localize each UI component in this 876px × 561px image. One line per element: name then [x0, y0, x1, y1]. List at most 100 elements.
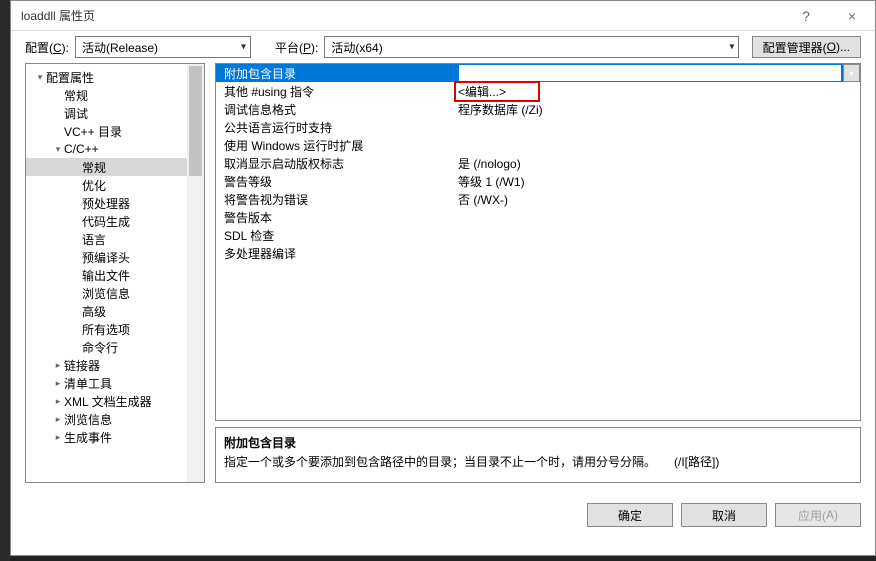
tree-item[interactable]: 命令行 — [26, 338, 204, 356]
property-name: 警告版本 — [216, 209, 454, 226]
apply-button[interactable]: 应用(A) — [775, 503, 861, 527]
tree-item[interactable]: ▸生成事件 — [26, 428, 204, 446]
property-name: 将警告视为错误 — [216, 191, 454, 208]
property-value[interactable]: 否 (/WX-) — [454, 191, 860, 208]
config-select[interactable]: 活动(Release) ▾ — [75, 36, 251, 58]
tree-item-label: 优化 — [82, 177, 106, 194]
tree-item-label: 输出文件 — [82, 267, 130, 284]
property-row[interactable]: 警告等级等级 1 (/W1) — [216, 172, 860, 190]
property-name: 其他 #using 指令 — [216, 83, 454, 100]
scrollbar-thumb[interactable] — [189, 66, 202, 176]
description-body: 指定一个或多个要添加到包含路径中的目录；当目录不止一个时，请用分号分隔。 (/I… — [224, 453, 852, 470]
expand-open-icon[interactable]: ▾ — [34, 72, 46, 83]
property-value[interactable]: 等级 1 (/W1) — [454, 173, 860, 190]
tree-item-label: 链接器 — [64, 357, 100, 374]
tree-scrollbar[interactable] — [187, 64, 204, 482]
property-name: 警告等级 — [216, 173, 454, 190]
property-row[interactable]: 其他 #using 指令<编辑...> — [216, 82, 860, 100]
window-title: loaddll 属性页 — [11, 7, 783, 24]
expand-closed-icon[interactable]: ▸ — [52, 414, 64, 425]
tree-item[interactable]: 常规 — [26, 86, 204, 104]
dropdown-icon[interactable]: ▾ — [843, 64, 860, 82]
property-name: 调试信息格式 — [216, 101, 454, 118]
tree-item-label: 所有选项 — [82, 321, 130, 338]
property-name: 使用 Windows 运行时扩展 — [216, 137, 454, 154]
config-select-value: 活动(Release) — [82, 39, 158, 56]
description-box: 附加包含目录 指定一个或多个要添加到包含路径中的目录；当目录不止一个时，请用分号… — [215, 427, 861, 483]
tree-item[interactable]: ▸浏览信息 — [26, 410, 204, 428]
tree-item[interactable]: 语言 — [26, 230, 204, 248]
expand-closed-icon[interactable]: ▸ — [52, 432, 64, 443]
expand-open-icon[interactable]: ▾ — [52, 144, 64, 155]
property-name: 多处理器编译 — [216, 245, 454, 262]
property-row[interactable]: 将警告视为错误否 (/WX-) — [216, 190, 860, 208]
property-row[interactable]: 使用 Windows 运行时扩展 — [216, 136, 860, 154]
tree-item[interactable]: 调试 — [26, 104, 204, 122]
tree-item[interactable]: ▸链接器 — [26, 356, 204, 374]
tree-item-label: 生成事件 — [64, 429, 112, 446]
property-name: 取消显示启动版权标志 — [216, 155, 454, 172]
tree-item[interactable]: 高级 — [26, 302, 204, 320]
property-row[interactable]: 公共语言运行时支持 — [216, 118, 860, 136]
property-name: 公共语言运行时支持 — [216, 119, 454, 136]
tree-item[interactable]: ▾配置属性 — [26, 68, 204, 86]
platform-label: 平台(P): — [275, 39, 318, 56]
tree-item[interactable]: 预编译头 — [26, 248, 204, 266]
property-value[interactable]: 是 (/nologo) — [454, 155, 860, 172]
tree-item-label: XML 文档生成器 — [64, 393, 152, 410]
titlebar: loaddll 属性页 ? × — [11, 1, 875, 31]
tree-item-label: 高级 — [82, 303, 106, 320]
property-grid: 附加包含目录▾其他 #using 指令<编辑...>调试信息格式程序数据库 (/… — [215, 63, 861, 421]
ok-button[interactable]: 确定 — [587, 503, 673, 527]
tree-item-label: 代码生成 — [82, 213, 130, 230]
close-button[interactable]: × — [829, 1, 875, 31]
tree-item[interactable]: 预处理器 — [26, 194, 204, 212]
property-row[interactable]: SDL 检查 — [216, 226, 860, 244]
tree-item-label: 命令行 — [82, 339, 118, 356]
tree-item-label: 预处理器 — [82, 195, 130, 212]
tree-item[interactable]: 输出文件 — [26, 266, 204, 284]
expand-closed-icon[interactable]: ▸ — [52, 378, 64, 389]
property-name: SDL 检查 — [216, 227, 454, 244]
tree-item[interactable]: ▸清单工具 — [26, 374, 204, 392]
property-row[interactable]: 多处理器编译 — [216, 244, 860, 262]
tree-item-label: 预编译头 — [82, 249, 130, 266]
expand-closed-icon[interactable]: ▸ — [52, 396, 64, 407]
tree-item-label: 调试 — [64, 105, 88, 122]
platform-select[interactable]: 活动(x64) ▾ — [324, 36, 739, 58]
tree-item[interactable]: ▾C/C++ — [26, 140, 204, 158]
tree-item-label: 常规 — [82, 159, 106, 176]
tree-item[interactable]: 常规 — [26, 158, 204, 176]
config-label: 配置(C): — [25, 39, 69, 56]
tree-item[interactable]: 优化 — [26, 176, 204, 194]
tree-item-label: 配置属性 — [46, 69, 94, 86]
help-button[interactable]: ? — [783, 1, 829, 31]
tree-item-label: C/C++ — [64, 142, 99, 156]
chevron-down-icon: ▾ — [729, 42, 734, 53]
tree-item[interactable]: VC++ 目录 — [26, 122, 204, 140]
tree-item[interactable]: 代码生成 — [26, 212, 204, 230]
property-name: 附加包含目录 — [216, 65, 454, 82]
tree-item-label: VC++ 目录 — [64, 123, 122, 140]
tree-item-label: 浏览信息 — [64, 411, 112, 428]
cancel-button[interactable]: 取消 — [681, 503, 767, 527]
tree-item[interactable]: 所有选项 — [26, 320, 204, 338]
config-manager-button[interactable]: 配置管理器(O)... — [752, 36, 861, 58]
dialog-footer: 确定 取消 应用(A) — [11, 493, 875, 537]
tree-item-label: 语言 — [82, 231, 106, 248]
property-row[interactable]: 附加包含目录 ▾ — [216, 64, 860, 82]
tree-item[interactable]: ▸XML 文档生成器 — [26, 392, 204, 410]
property-row[interactable]: 取消显示启动版权标志是 (/nologo) — [216, 154, 860, 172]
property-value[interactable]: <编辑...> — [454, 83, 860, 100]
expand-closed-icon[interactable]: ▸ — [52, 360, 64, 371]
tree-item-label: 常规 — [64, 87, 88, 104]
config-row: 配置(C): 活动(Release) ▾ 平台(P): 活动(x64) ▾ 配置… — [11, 31, 875, 63]
chevron-down-icon: ▾ — [241, 42, 246, 53]
tree-item[interactable]: 浏览信息 — [26, 284, 204, 302]
tree-item-label: 清单工具 — [64, 375, 112, 392]
property-value[interactable]: 程序数据库 (/Zi) — [454, 101, 860, 118]
property-value[interactable]: ▾ — [454, 64, 860, 82]
property-row[interactable]: 调试信息格式程序数据库 (/Zi) — [216, 100, 860, 118]
property-row[interactable]: 警告版本 — [216, 208, 860, 226]
category-tree: ▾配置属性常规调试VC++ 目录▾C/C++常规优化预处理器代码生成语言预编译头… — [25, 63, 205, 483]
